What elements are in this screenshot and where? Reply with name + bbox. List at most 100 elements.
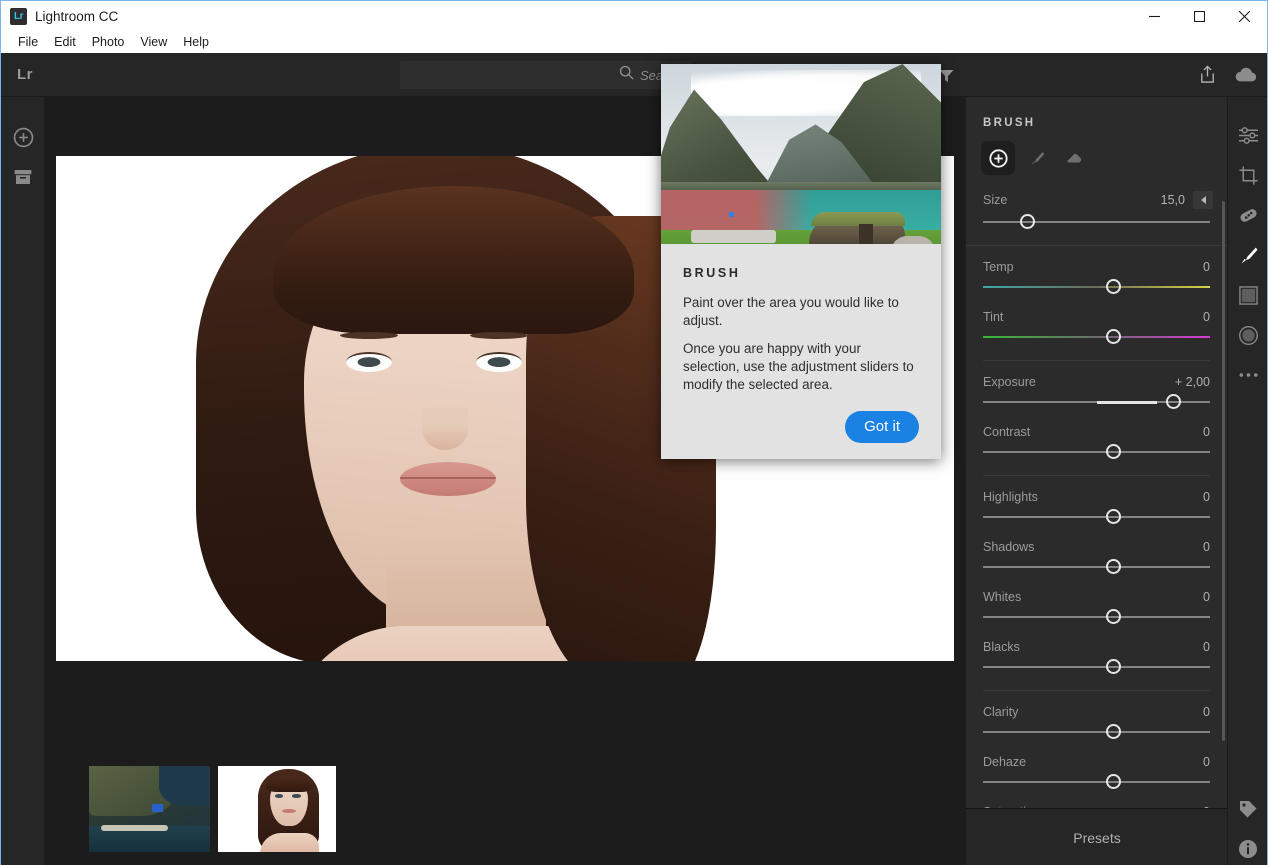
menu-help[interactable]: Help	[176, 34, 216, 50]
brush-paint-mode[interactable]	[1019, 141, 1053, 175]
slider-exposure: Exposure + 2,00	[966, 361, 1227, 411]
presets-button[interactable]: Presets	[966, 808, 1228, 865]
search-icon	[619, 65, 634, 85]
archive-button[interactable]	[1, 157, 45, 197]
right-panel: BRUSH Size 15,0 Temp 0 Tint 0 Exposure + 2,00…	[965, 97, 1228, 865]
got-it-button[interactable]: Got it	[845, 411, 919, 444]
slider-dehaze: Dehaze 0	[966, 741, 1227, 791]
slider-thumb[interactable]	[1106, 559, 1121, 574]
slider-track-temp[interactable]	[966, 274, 1227, 296]
slider-thumb[interactable]	[1106, 724, 1121, 739]
lr-logo: Lr	[17, 66, 33, 83]
healing-tool[interactable]	[1228, 195, 1268, 235]
menu-edit[interactable]: Edit	[47, 34, 83, 50]
slider-label: Blacks	[983, 640, 1020, 654]
coach-tip-image	[661, 64, 941, 244]
brush-tool[interactable]	[1228, 235, 1268, 275]
slider-value: 0	[1203, 540, 1210, 554]
minimize-button[interactable]	[1132, 1, 1177, 31]
slider-thumb[interactable]	[1106, 444, 1121, 459]
keywords-tool[interactable]	[1228, 789, 1268, 829]
radial-gradient-tool[interactable]	[1228, 315, 1268, 355]
slider-track-shadows[interactable]	[966, 554, 1227, 576]
slider-value: 0	[1203, 640, 1210, 654]
slider-thumb[interactable]	[1106, 609, 1121, 624]
slider-thumb[interactable]	[1106, 509, 1121, 524]
slider-track-whites[interactable]	[966, 604, 1227, 626]
slider-track-exposure[interactable]	[966, 389, 1227, 411]
slider-label: Contrast	[983, 425, 1031, 439]
slider-track-dehaze[interactable]	[966, 769, 1227, 791]
slider-value: 0	[1203, 425, 1210, 439]
slider-track-contrast[interactable]	[966, 439, 1227, 461]
brush-add-mode[interactable]	[981, 141, 1015, 175]
slider-label: Tint	[983, 310, 1004, 324]
linear-gradient-tool[interactable]	[1228, 275, 1268, 315]
coach-tip-body: BRUSH Paint over the area you would like…	[661, 244, 941, 459]
coach-tip-paragraph-1: Paint over the area you would like to ad…	[683, 295, 899, 329]
coach-tip-paragraph-2: Once you are happy with your selection, …	[683, 341, 914, 393]
slider-value: 0	[1203, 310, 1210, 324]
brush-pin-marker	[729, 212, 734, 217]
triangle-left-icon[interactable]	[1193, 191, 1213, 209]
slider-label: Dehaze	[983, 755, 1027, 769]
slider-thumb[interactable]	[1106, 659, 1121, 674]
share-upload-icon[interactable]	[1198, 65, 1217, 89]
slider-label: Clarity	[983, 705, 1019, 719]
slider-thumb[interactable]	[1106, 329, 1121, 344]
lightroom-window: Lr Lightroom CC File Edit Photo View Hel…	[0, 0, 1268, 865]
window-title: Lightroom CC	[35, 8, 119, 24]
info-tool[interactable]	[1228, 829, 1268, 865]
crop-tool[interactable]	[1228, 155, 1268, 195]
slider-whites: Whites 0	[966, 576, 1227, 626]
slider-value: 0	[1203, 590, 1210, 604]
thumbnail-landscape[interactable]	[89, 766, 210, 852]
edit-sliders-tool[interactable]	[1228, 115, 1268, 155]
window-titlebar: Lr Lightroom CC	[1, 1, 1267, 31]
menu-view[interactable]: View	[133, 34, 174, 50]
slider-track-highlights[interactable]	[966, 504, 1227, 526]
brush-size-slider[interactable]	[966, 209, 1227, 231]
panel-scrollbar[interactable]	[1222, 201, 1225, 741]
panel-title: BRUSH	[983, 117, 1036, 129]
add-photos-button[interactable]	[1, 117, 45, 157]
slider-shadows: Shadows 0	[966, 526, 1227, 576]
brush-size-label: Size	[983, 193, 1008, 207]
slider-thumb[interactable]	[1106, 774, 1121, 789]
slider-highlights: Highlights 0	[966, 476, 1227, 526]
slider-value: 0	[1203, 490, 1210, 504]
adjustment-sliders: Temp 0 Tint 0 Exposure + 2,00 Contrast 0 Highlig…	[966, 246, 1227, 841]
slider-label: Shadows	[983, 540, 1035, 554]
brush-erase-mode[interactable]	[1057, 141, 1091, 175]
coach-tip-popup: BRUSH Paint over the area you would like…	[661, 64, 941, 459]
brush-mode-group	[966, 129, 1227, 175]
slider-value: 0	[1203, 755, 1210, 769]
brush-size-row: Size 15,0	[966, 175, 1227, 209]
slider-track-clarity[interactable]	[966, 719, 1227, 741]
slider-label: Exposure	[983, 375, 1036, 389]
search-input[interactable]: Search	[400, 61, 692, 89]
slider-thumb[interactable]	[1166, 394, 1182, 409]
coach-tip-title: BRUSH	[683, 266, 741, 280]
menu-photo[interactable]: Photo	[85, 34, 132, 50]
slider-label: Temp	[983, 260, 1014, 274]
slider-blacks: Blacks 0	[966, 626, 1227, 676]
cloud-sync-icon[interactable]	[1234, 65, 1258, 89]
left-rail	[1, 97, 45, 865]
more-tools[interactable]	[1228, 355, 1268, 395]
slider-label: Whites	[983, 590, 1022, 604]
slider-value: 0	[1203, 705, 1210, 719]
slider-track-tint[interactable]	[966, 324, 1227, 346]
menubar: File Edit Photo View Help	[1, 31, 1267, 53]
slider-thumb[interactable]	[1106, 279, 1121, 294]
slider-track-blacks[interactable]	[966, 654, 1227, 676]
menu-file[interactable]: File	[11, 34, 45, 50]
slider-value: + 2,00	[1174, 375, 1210, 389]
slider-clarity: Clarity 0	[966, 691, 1227, 741]
maximize-button[interactable]	[1177, 1, 1222, 31]
slider-label: Highlights	[983, 490, 1038, 504]
slider-temp: Temp 0	[966, 246, 1227, 296]
slider-tint: Tint 0	[966, 296, 1227, 346]
close-button[interactable]	[1222, 1, 1267, 31]
thumbnail-portrait[interactable]	[218, 766, 336, 852]
